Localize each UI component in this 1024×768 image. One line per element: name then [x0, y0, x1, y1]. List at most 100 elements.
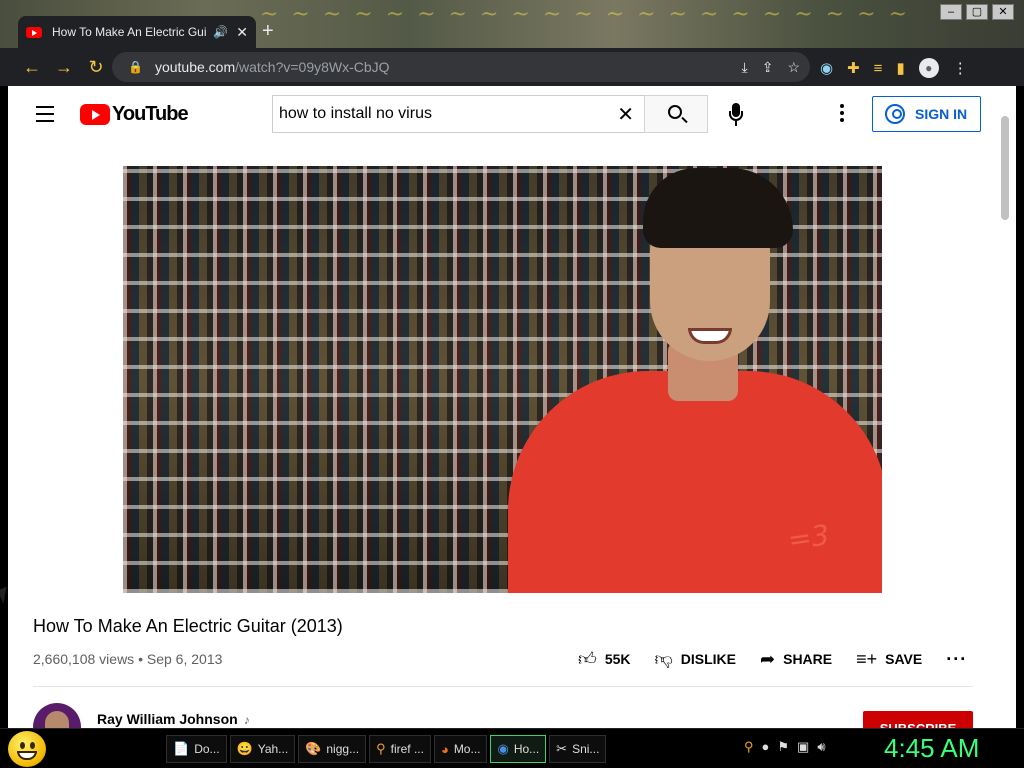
start-smiley-button[interactable] — [8, 731, 46, 767]
tab-close-icon[interactable]: ✕ — [236, 24, 248, 41]
close-window-button[interactable]: ✕ — [992, 4, 1014, 20]
taskbar-item-chrome[interactable]: ◉ Ho... — [490, 735, 547, 763]
browser-tab-active[interactable]: How To Make An Electric Gui 🔊 ✕ — [18, 16, 256, 48]
task-label: Ho... — [513, 742, 540, 756]
url-path: /watch?v=09y8Wx-CbJQ — [235, 59, 390, 75]
address-bar[interactable]: 🔒 youtube.com/watch?v=09y8Wx-CbJQ ⤓ ⇪ ☆ — [112, 52, 810, 82]
extension-flag-icon[interactable]: ◉ — [820, 59, 833, 77]
install-icon[interactable]: ⤓ — [742, 59, 748, 76]
new-tab-icon[interactable]: + — [262, 20, 274, 43]
settings-kebab-icon[interactable] — [840, 104, 846, 125]
system-tray: ⚲ ● ⚑ ▣ 🔊︎ — [744, 739, 826, 755]
search-button[interactable] — [644, 95, 708, 133]
smiley-eye — [20, 742, 25, 749]
sign-in-button[interactable]: SIGN IN — [872, 96, 981, 132]
channel-avatar[interactable] — [33, 703, 81, 728]
task-label: nigg... — [326, 742, 360, 756]
upload-date: Sep 6, 2013 — [146, 651, 223, 667]
window-controls: – ▢ ✕ — [940, 4, 1014, 20]
taskbar-item-documents[interactable]: 📄 Do... — [166, 735, 227, 763]
sign-in-label: SIGN IN — [915, 106, 968, 122]
video-player[interactable]: =3 — [123, 166, 882, 593]
youtube-wordmark: YouTube — [112, 103, 189, 125]
clear-search-icon[interactable]: ✕ — [617, 102, 634, 127]
speaker-icon[interactable]: 🔊 — [213, 25, 228, 39]
tab-title: How To Make An Electric Gui — [52, 25, 207, 39]
youtube-logo[interactable]: YouTube — [80, 103, 189, 126]
taskbar-item-search[interactable]: ⚲ firef ... — [369, 735, 431, 763]
taskbar-item-paint[interactable]: 🎨 nigg... — [298, 735, 367, 763]
flag-icon[interactable]: ⚑ — [777, 739, 789, 755]
shirt-print-text: =3 — [785, 518, 832, 557]
video-actions: 👍︎ 55K 👎︎ DISLIKE ➦ SHARE ≡+ SAVE ··· — [578, 648, 967, 670]
back-arrow-icon[interactable]: ← — [16, 57, 48, 78]
status-icon[interactable]: ● — [762, 739, 770, 755]
dislike-button[interactable]: 👎︎ DISLIKE — [655, 648, 737, 670]
meta-separator: • — [138, 651, 143, 667]
search-icon[interactable]: ⚲ — [744, 739, 754, 755]
search-icon: ⚲ — [376, 741, 386, 756]
profile-avatar-icon[interactable]: ● — [918, 58, 939, 78]
minimize-button[interactable]: – — [940, 4, 962, 20]
share-button[interactable]: ➦ SHARE — [760, 649, 832, 670]
task-label: Mo... — [453, 742, 481, 756]
youtube-favicon-icon — [26, 26, 42, 38]
video-title: How To Make An Electric Guitar (2013) — [33, 616, 343, 636]
bookmark-star-icon[interactable]: ☆ — [787, 59, 800, 76]
chrome-icon: ◉ — [497, 741, 509, 756]
url-host: youtube.com — [154, 59, 236, 75]
extensions-puzzle-icon[interactable]: ✚ — [847, 59, 860, 77]
smiley-icon: 😀 — [236, 741, 253, 756]
theme-decoration: ~ ~ ~ ~ ~ ~ ~ ~ ~ ~ ~ ~ ~ ~ ~ ~ ~ ~ ~ ~ … — [260, 2, 910, 27]
channel-name[interactable]: Ray William Johnson — [97, 711, 238, 727]
video-meta: 2,660,108 views • Sep 6, 2013 — [33, 651, 222, 667]
youtube-play-logo-icon — [80, 104, 110, 125]
subscribe-button[interactable]: SUBSCRIBE — [863, 711, 973, 728]
reload-icon[interactable]: ↻ — [80, 57, 112, 78]
save-button[interactable]: ≡+ SAVE — [856, 649, 922, 670]
search-query-text: how to install no virus — [279, 105, 432, 122]
lock-icon[interactable]: 🔒 — [128, 60, 143, 74]
media-queue-icon[interactable]: ≡ — [874, 60, 883, 77]
share-label: SHARE — [783, 651, 833, 667]
dislike-label: DISLIKE — [680, 651, 737, 667]
smiley-eye — [30, 742, 35, 749]
user-circle-icon — [885, 104, 905, 124]
maximize-button[interactable]: ▢ — [966, 4, 988, 20]
search-icon — [668, 105, 682, 119]
task-label: Do... — [194, 742, 220, 756]
volume-icon[interactable]: 🔊︎ — [817, 739, 825, 755]
share-page-icon[interactable]: ⇪ — [762, 59, 774, 76]
save-label: SAVE — [885, 651, 923, 667]
taskbar-item-firefox[interactable]: ◕ Mo... — [433, 735, 488, 763]
smiley-grin — [17, 751, 37, 760]
divider — [33, 686, 973, 687]
view-count: 2,660,108 views — [33, 651, 135, 667]
hamburger-menu-icon[interactable] — [36, 106, 54, 127]
taskbar-item-yahoo[interactable]: 😀 Yah... — [229, 735, 296, 763]
paint-icon: 🎨 — [305, 741, 322, 756]
browser-toolbar: ← → ↻ 🔒 youtube.com/watch?v=09y8Wx-CbJQ … — [0, 48, 1024, 86]
taskbar-clock[interactable]: 4:45 AM — [884, 733, 979, 764]
side-panel-icon[interactable]: ▮ — [896, 59, 904, 77]
task-label: firef ... — [390, 742, 424, 756]
person-red-shirt — [508, 371, 882, 593]
more-actions-icon[interactable]: ··· — [946, 649, 967, 670]
youtube-page: YouTube how to install no virus ✕ SIGN I… — [8, 86, 1016, 728]
task-label: Sni... — [572, 742, 600, 756]
browser-menu-icon[interactable]: ⋮ — [953, 59, 968, 77]
os-taskbar: 📄 Do... 😀 Yah... 🎨 nigg... ⚲ firef ... ◕ Mo..… — [0, 728, 1024, 768]
microphone-icon[interactable] — [726, 103, 746, 127]
browser-title-bar: ~ ~ ~ ~ ~ ~ ~ ~ ~ ~ ~ ~ ~ ~ ~ ~ ~ ~ ~ ~ … — [0, 0, 1024, 48]
taskbar-item-snipping[interactable]: ✂ Sni... — [549, 735, 607, 763]
like-count: 55K — [604, 651, 631, 667]
like-button[interactable]: 👍︎ 55K — [578, 648, 631, 670]
forward-arrow-icon[interactable]: → — [48, 57, 80, 78]
youtube-header: YouTube how to install no virus ✕ SIGN I… — [8, 86, 1016, 142]
search-input[interactable]: how to install no virus ✕ — [272, 95, 644, 133]
music-note-icon: ♪ — [243, 713, 250, 727]
task-label: Yah... — [257, 742, 289, 756]
network-icon[interactable]: ▣ — [797, 739, 809, 755]
thumbs-up-icon: 👍︎ — [578, 649, 597, 669]
page-scrollbar[interactable] — [1001, 116, 1009, 220]
